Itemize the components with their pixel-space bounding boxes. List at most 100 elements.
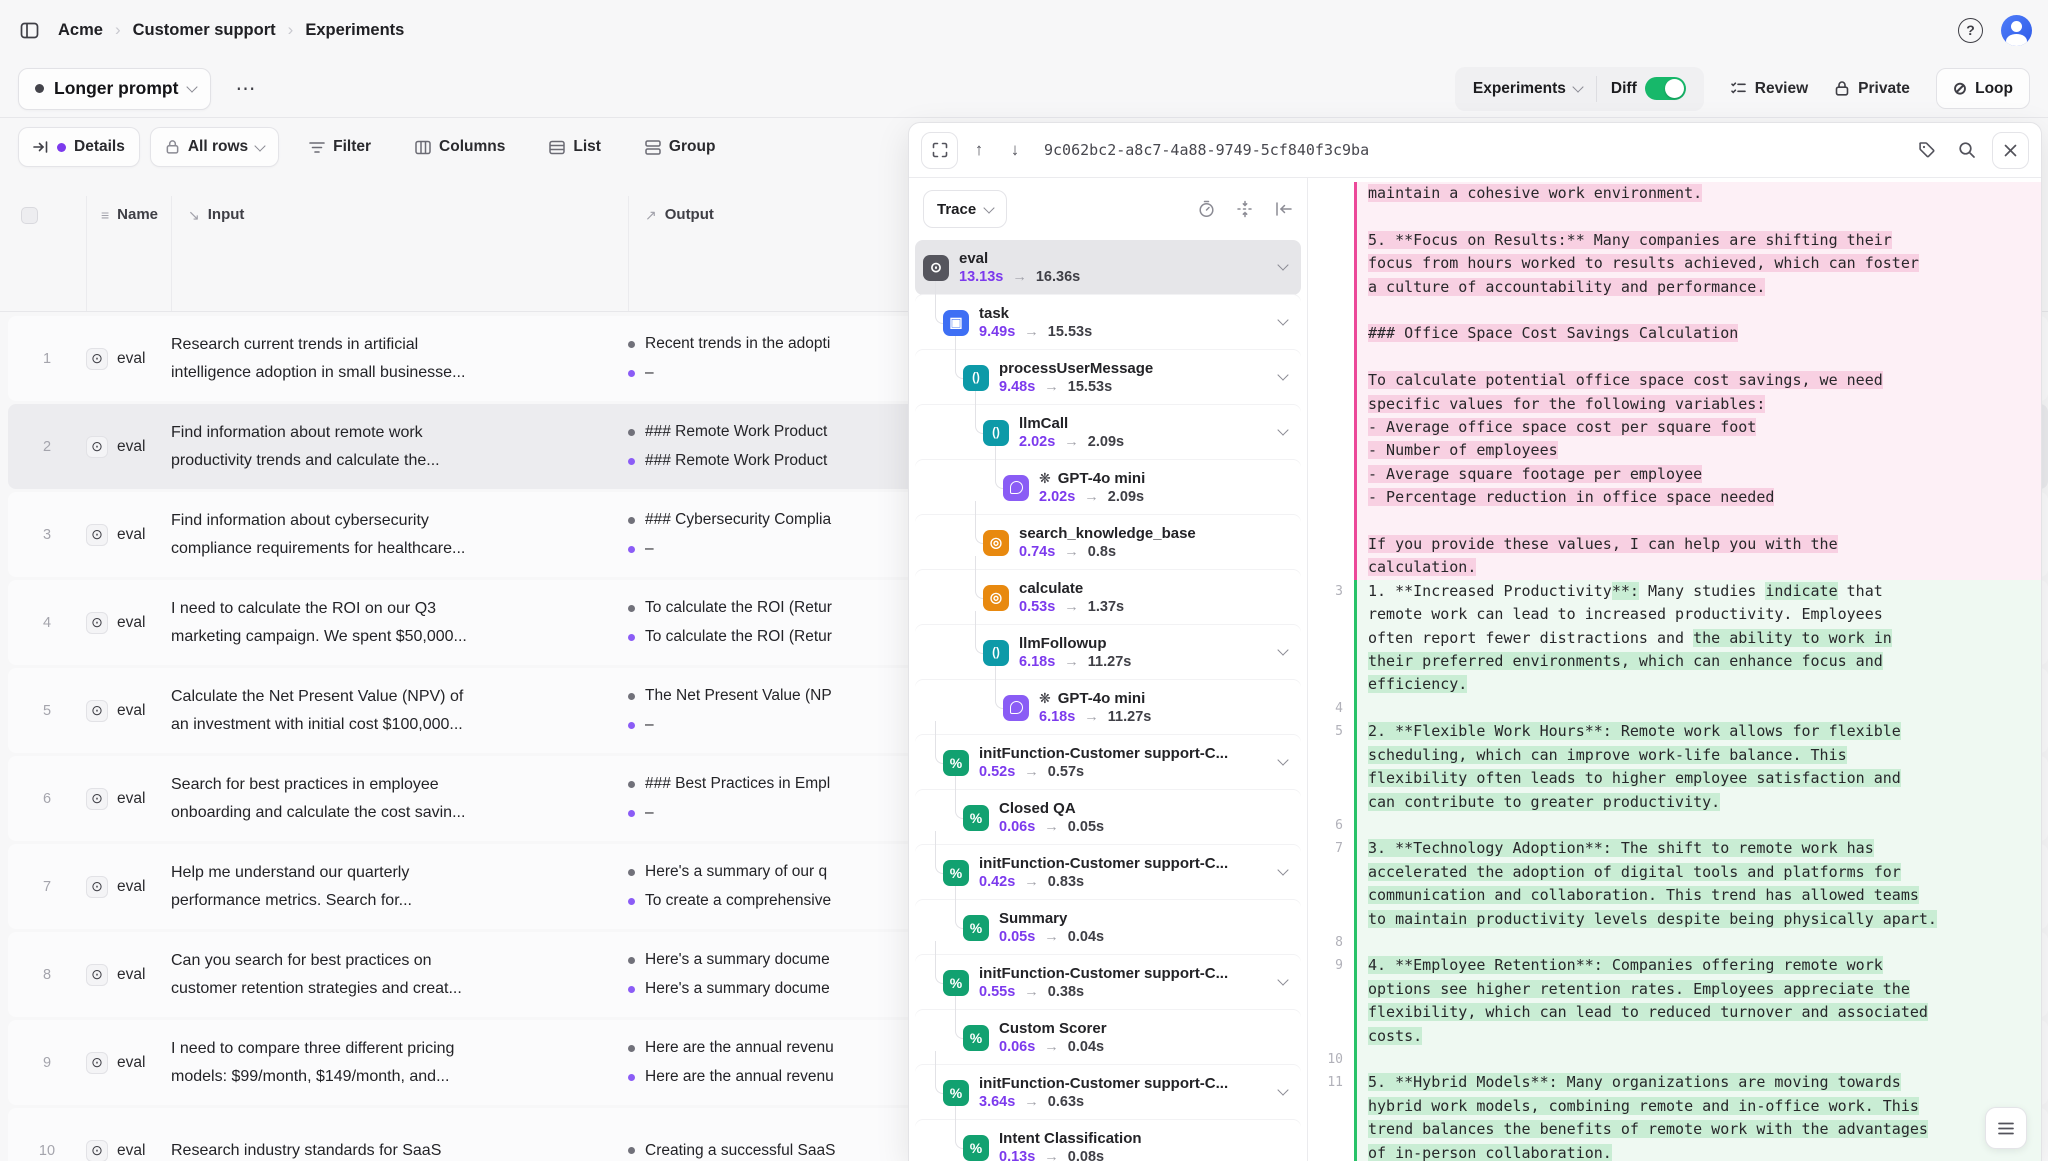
diff-line-text [1354,931,2041,954]
view-segment-control: Experiments Diff [1455,67,1704,111]
diff-line-number [1308,861,1354,884]
trace-span-row[interactable]: ◎ calculate 0.53s→1.37s [915,570,1301,625]
trace-span-row[interactable]: ⊙ eval 13.13s→16.36s [915,240,1301,295]
diff-line-text: To calculate potential office space cost… [1354,369,2041,392]
sidebar-toggle-icon[interactable] [16,17,42,43]
chevron-down-icon [1277,259,1288,270]
openai-logo-icon: ❋ [1039,470,1051,487]
trace-span-row[interactable]: % initFunction-Customer support-C... 0.5… [915,735,1301,790]
row-number: 7 [8,844,86,929]
diff-removed-line: To calculate potential office space cost… [1308,369,2041,392]
span-durations: 0.05s→0.04s [999,929,1104,945]
output-dot-gray [628,1147,635,1154]
chevron-down-icon [254,140,265,151]
row-name-cell: ⊙ eval [86,844,171,929]
eval-target-icon: ⊙ [86,1140,108,1161]
diff-line-text [1354,814,2041,837]
percent-icon: % [943,860,969,886]
span-name: llmCall [1019,415,1124,432]
eval-target-icon: ⊙ [86,964,108,986]
filter-button[interactable]: Filter [295,127,385,167]
columns-button[interactable]: Columns [401,127,519,167]
experiment-selector[interactable]: Longer prompt [18,68,211,110]
output-dot-purple [628,898,635,905]
trace-span-row[interactable]: () llmFollowup 6.18s→11.27s [915,625,1301,680]
rows-filter-dropdown[interactable]: All rows [150,127,279,167]
diff-line-text: remote work can lead to increased produc… [1354,603,2041,626]
list-button[interactable]: List [535,127,615,167]
diff-added-line: trend balances the benefits of remote wo… [1308,1118,2041,1141]
percent-icon: % [943,970,969,996]
column-header-input[interactable]: ↘ Input [171,196,628,311]
select-all-checkbox[interactable] [21,207,38,224]
trace-span-row[interactable]: % Summary 0.05s→0.04s [915,900,1301,955]
loop-button[interactable]: ⊘ Loop [1936,68,2030,109]
trace-span-row[interactable]: % Closed QA 0.06s→0.05s [915,790,1301,845]
diff-line-text: - Number of employees [1354,439,2041,462]
collapse-left-icon[interactable] [1275,201,1293,217]
trace-span-row[interactable]: () llmCall 2.02s→2.09s [915,405,1301,460]
select-all-column-header [0,196,86,311]
trace-span-row[interactable]: % Intent Classification 0.13s→0.08s [915,1120,1301,1161]
breadcrumb-separator: › [115,20,121,40]
previous-row-button[interactable]: ↑ [964,135,994,165]
diff-menu-button[interactable] [1985,1107,2027,1149]
group-button[interactable]: Group [631,127,730,167]
trace-span-row[interactable]: ❋GPT-4o mini 2.02s→2.09s [915,460,1301,515]
row-number: 4 [8,580,86,665]
trace-span-row[interactable]: ❋GPT-4o mini 6.18s→11.27s [915,680,1301,735]
trace-span-row[interactable]: % Custom Scorer 0.06s→0.04s [915,1010,1301,1065]
trace-span-row[interactable]: % initFunction-Customer support-C... 0.4… [915,845,1301,900]
span-name: initFunction-Customer support-C... [979,1075,1228,1092]
diff-line-number [1308,393,1354,416]
cube-icon: ▣ [943,310,969,336]
more-menu-button[interactable]: ⋯ [225,70,266,107]
menu-icon: ≡ [101,207,109,223]
diff-added-line: hybrid work models, combining remote and… [1308,1095,2041,1118]
chevron-down-icon [1277,644,1288,655]
trace-span-row[interactable]: ◎ search_knowledge_base 0.74s→0.8s [915,515,1301,570]
expand-trace-icon[interactable] [921,132,958,169]
checklist-icon [1730,80,1747,97]
diff-added-line: flexibility, which can lead to reduced t… [1308,1001,2041,1024]
avatar[interactable] [2001,15,2032,46]
next-row-button[interactable]: ↓ [1000,135,1030,165]
close-icon[interactable] [1992,132,2029,169]
timer-icon[interactable] [1198,200,1215,218]
row-input-cell: Find information about cybersecuritycomp… [171,492,628,577]
breadcrumb-section[interactable]: Experiments [305,21,404,40]
trace-span-row[interactable]: ▣ task 9.49s→15.53s [915,295,1301,350]
diff-line-number [1308,1118,1354,1141]
breadcrumb-org[interactable]: Acme [58,21,103,40]
diff-line-number [1308,276,1354,299]
span-name: ❋GPT-4o mini [1039,470,1145,487]
help-icon[interactable]: ? [1958,18,1983,43]
breadcrumb-project[interactable]: Customer support [133,21,276,40]
collapse-vertical-icon[interactable] [1237,200,1253,218]
span-name: Summary [999,910,1104,927]
trace-span-row[interactable]: () processUserMessage 9.48s→15.53s [915,350,1301,405]
row-input-cell: Calculate the Net Present Value (NPV) of… [171,668,628,753]
trace-view-dropdown[interactable]: Trace [923,190,1007,228]
column-header-name[interactable]: ≡ Name [86,196,171,311]
trace-span-row[interactable]: % initFunction-Customer support-C... 3.6… [915,1065,1301,1120]
details-button[interactable]: Details [18,127,140,167]
review-button[interactable]: Review [1730,80,1808,98]
percent-icon: % [943,750,969,776]
row-name-label: eval [117,702,145,720]
group-icon [645,140,661,155]
diff-line-text: options see higher retention rates. Empl… [1354,978,2041,1001]
view-selector-dropdown[interactable]: Experiments [1459,80,1596,98]
tag-icon[interactable] [1912,135,1942,165]
search-icon[interactable] [1952,135,1982,165]
eval-target-icon: ⊙ [86,1052,108,1074]
lock-icon [165,139,180,155]
trace-span-row[interactable]: % initFunction-Customer support-C... 0.5… [915,955,1301,1010]
span-durations: 0.42s→0.83s [979,874,1228,890]
diff-toggle[interactable] [1645,77,1686,100]
span-durations: 0.13s→0.08s [999,1149,1142,1161]
private-button[interactable]: Private [1834,80,1910,98]
filter-label: Filter [333,138,371,156]
diff-toggle-group: Diff [1597,77,1700,100]
details-label: Details [74,138,125,156]
